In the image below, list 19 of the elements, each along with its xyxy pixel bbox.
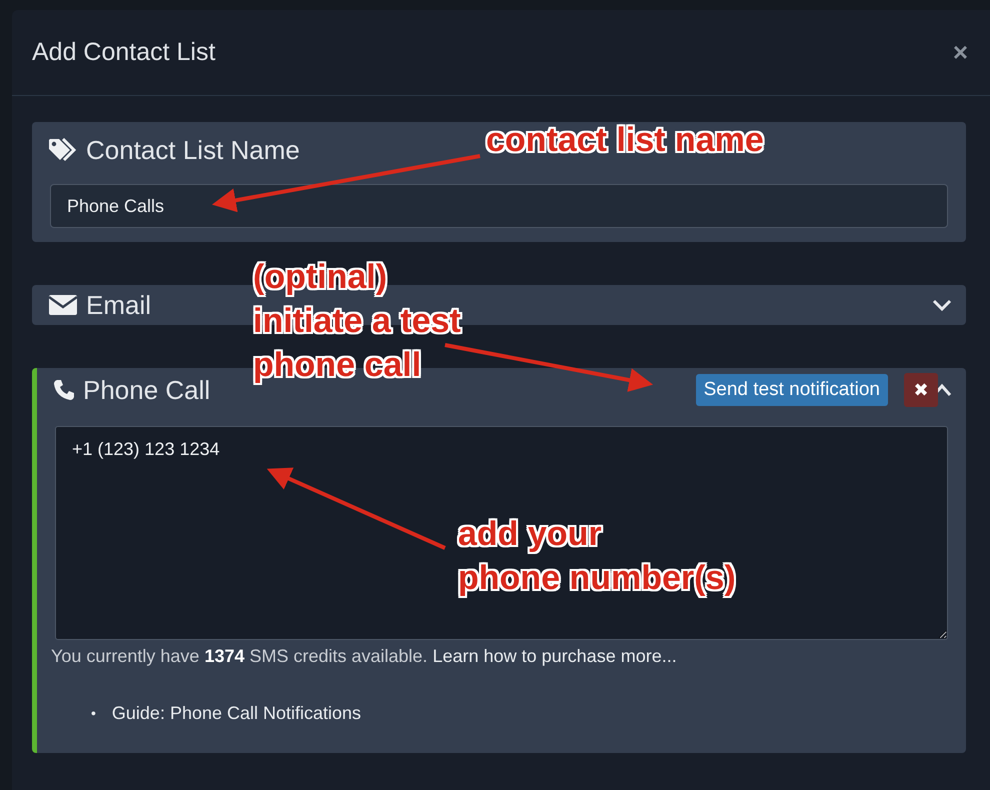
envelope-icon [48,294,78,316]
section-title: Phone Call [83,374,210,406]
modal-title: Add Contact List [32,38,216,67]
section-title: Email [86,290,152,320]
annotation-text: contact list name [486,120,764,161]
section-title: Contact List Name [86,134,300,166]
purchase-link[interactable]: Learn how to purchase more... [432,646,677,666]
delete-button[interactable]: ✖ [904,373,938,407]
credits-text: You currently have 1374 SMS credits available. Learn how to purchase more... [51,646,678,667]
guide-link[interactable]: Guide: Phone Call Notifications [112,701,362,725]
name-field[interactable]: Phone Calls [50,184,948,228]
send-test-button[interactable]: Send test notification [696,374,888,406]
annotation-text: add your phone number(s) [458,514,736,599]
annotation-text: (optinal) initiate a test phone call [253,257,461,386]
chevron-icon[interactable] [932,298,952,312]
bullet: • [91,704,96,723]
close-button[interactable]: × [952,37,968,68]
tags-icon [48,138,78,162]
phone-icon [53,379,75,401]
